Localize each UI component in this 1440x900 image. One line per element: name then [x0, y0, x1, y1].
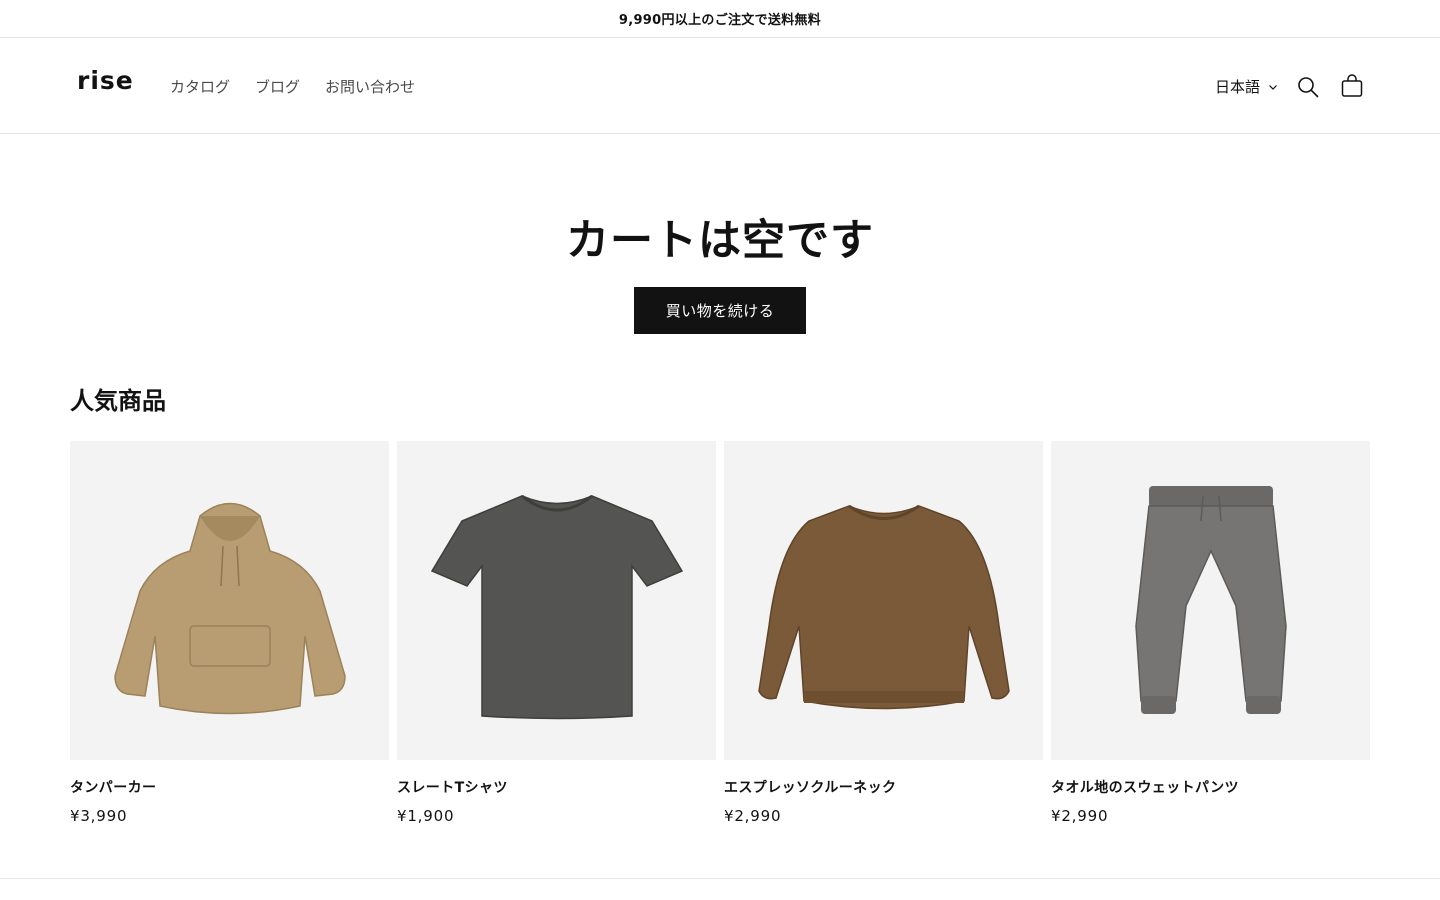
product-price: ¥3,990	[70, 807, 128, 825]
language-label: 日本語	[1215, 78, 1261, 96]
product-card[interactable]: エスプレッソクルーネック ¥2,990	[724, 441, 1043, 825]
nav-item-contact[interactable]: お問い合わせ	[325, 76, 415, 97]
sweatpants-image	[1134, 485, 1287, 714]
product-card[interactable]: タオル地のスウェットパンツ ¥2,990	[1051, 441, 1370, 825]
cart-button[interactable]	[1338, 72, 1366, 100]
chevron-down-icon	[1269, 84, 1277, 90]
continue-shopping-button[interactable]: 買い物を続ける	[634, 287, 806, 334]
search-icon	[1298, 77, 1319, 98]
product-grid: タンパーカー ¥3,990 スレートTシャツ ¥1,900 エスプレッソクルーネ…	[70, 441, 1370, 841]
empty-cart-title: カートは空です	[566, 216, 874, 266]
main-nav: カタログ ブログ お問い合わせ	[170, 76, 415, 97]
store-logo[interactable]: rise	[77, 66, 134, 95]
tshirt-image	[430, 494, 683, 719]
featured-section-title: 人気商品	[70, 387, 166, 415]
product-name[interactable]: タオル地のスウェットパンツ	[1051, 777, 1370, 797]
site-header: rise カタログ ブログ お問い合わせ 日本語	[0, 38, 1440, 134]
language-selector[interactable]: 日本語	[1215, 76, 1278, 97]
product-image-tshirt[interactable]	[397, 441, 716, 760]
hoodie-image	[113, 502, 346, 714]
product-card[interactable]: スレートTシャツ ¥1,900	[397, 441, 716, 825]
product-price: ¥2,990	[1051, 807, 1109, 825]
product-image-hoodie[interactable]	[70, 441, 389, 760]
nav-item-blog[interactable]: ブログ	[255, 76, 300, 97]
product-price: ¥2,990	[724, 807, 782, 825]
product-image-crewneck[interactable]	[724, 441, 1043, 760]
search-button[interactable]	[1294, 73, 1322, 101]
product-name[interactable]: エスプレッソクルーネック	[724, 777, 1043, 797]
product-image-sweatpants[interactable]	[1051, 441, 1370, 760]
nav-item-catalog[interactable]: カタログ	[170, 76, 230, 97]
cart-icon	[1341, 74, 1363, 97]
product-card[interactable]: タンパーカー ¥3,990	[70, 441, 389, 825]
product-name[interactable]: タンパーカー	[70, 777, 389, 797]
announcement-text: 9,990円以上のご注文で送料無料	[618, 13, 822, 28]
product-name[interactable]: スレートTシャツ	[397, 777, 716, 797]
product-price: ¥1,900	[397, 807, 455, 825]
crewneck-image	[757, 504, 1010, 709]
announcement-bar: 9,990円以上のご注文で送料無料	[0, 0, 1440, 38]
footer-divider	[0, 878, 1440, 879]
